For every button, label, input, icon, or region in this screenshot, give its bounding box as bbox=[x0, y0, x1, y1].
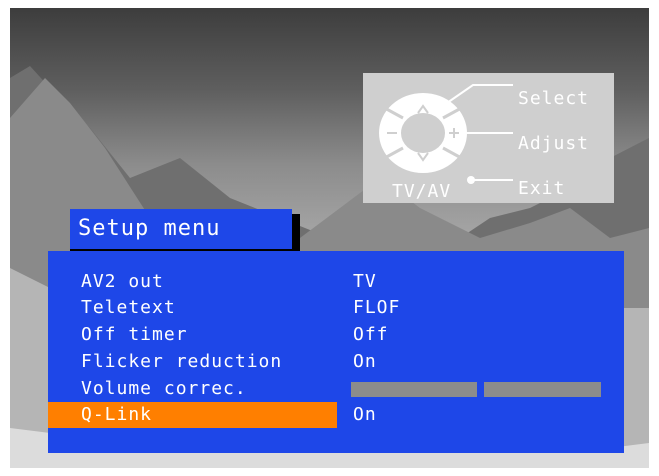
setup-menu-panel: AV2 out TV Teletext FLOF Off timer Off F… bbox=[48, 251, 624, 453]
remote-help-panel: Select Adjust Exit TV/AV bbox=[363, 73, 614, 203]
adjust-help-label: Adjust bbox=[518, 133, 590, 154]
menu-item-label: Q-Link bbox=[81, 404, 153, 425]
menu-item-volume-correction[interactable]: Volume correc. bbox=[48, 376, 624, 402]
tvav-help-label: TV/AV bbox=[392, 181, 452, 202]
select-help-label: Select bbox=[518, 88, 590, 109]
menu-item-value: On bbox=[353, 351, 377, 372]
menu-item-off-timer[interactable]: Off timer Off bbox=[48, 322, 624, 348]
volume-correction-bar-right[interactable] bbox=[484, 382, 601, 397]
menu-item-label: Teletext bbox=[81, 297, 176, 318]
exit-help-label: Exit bbox=[518, 178, 566, 199]
menu-item-q-link[interactable]: Q-Link On bbox=[48, 402, 624, 428]
menu-item-label: Volume correc. bbox=[81, 378, 247, 399]
tv-screen: Select Adjust Exit TV/AV Setup menu AV2 … bbox=[10, 8, 649, 468]
menu-item-label: AV2 out bbox=[81, 271, 164, 292]
menu-item-value: Off bbox=[353, 324, 389, 345]
menu-item-value: FLOF bbox=[353, 297, 401, 318]
menu-item-value: TV bbox=[353, 271, 377, 292]
menu-item-value: On bbox=[353, 404, 377, 425]
menu-item-label: Off timer bbox=[81, 324, 188, 345]
menu-item-av2-out[interactable]: AV2 out TV bbox=[48, 269, 624, 295]
volume-correction-bar-left[interactable] bbox=[351, 382, 477, 397]
menu-item-flicker-reduction[interactable]: Flicker reduction On bbox=[48, 349, 624, 375]
menu-item-teletext[interactable]: Teletext FLOF bbox=[48, 295, 624, 321]
menu-title: Setup menu bbox=[70, 209, 292, 249]
menu-item-label: Flicker reduction bbox=[81, 351, 283, 372]
